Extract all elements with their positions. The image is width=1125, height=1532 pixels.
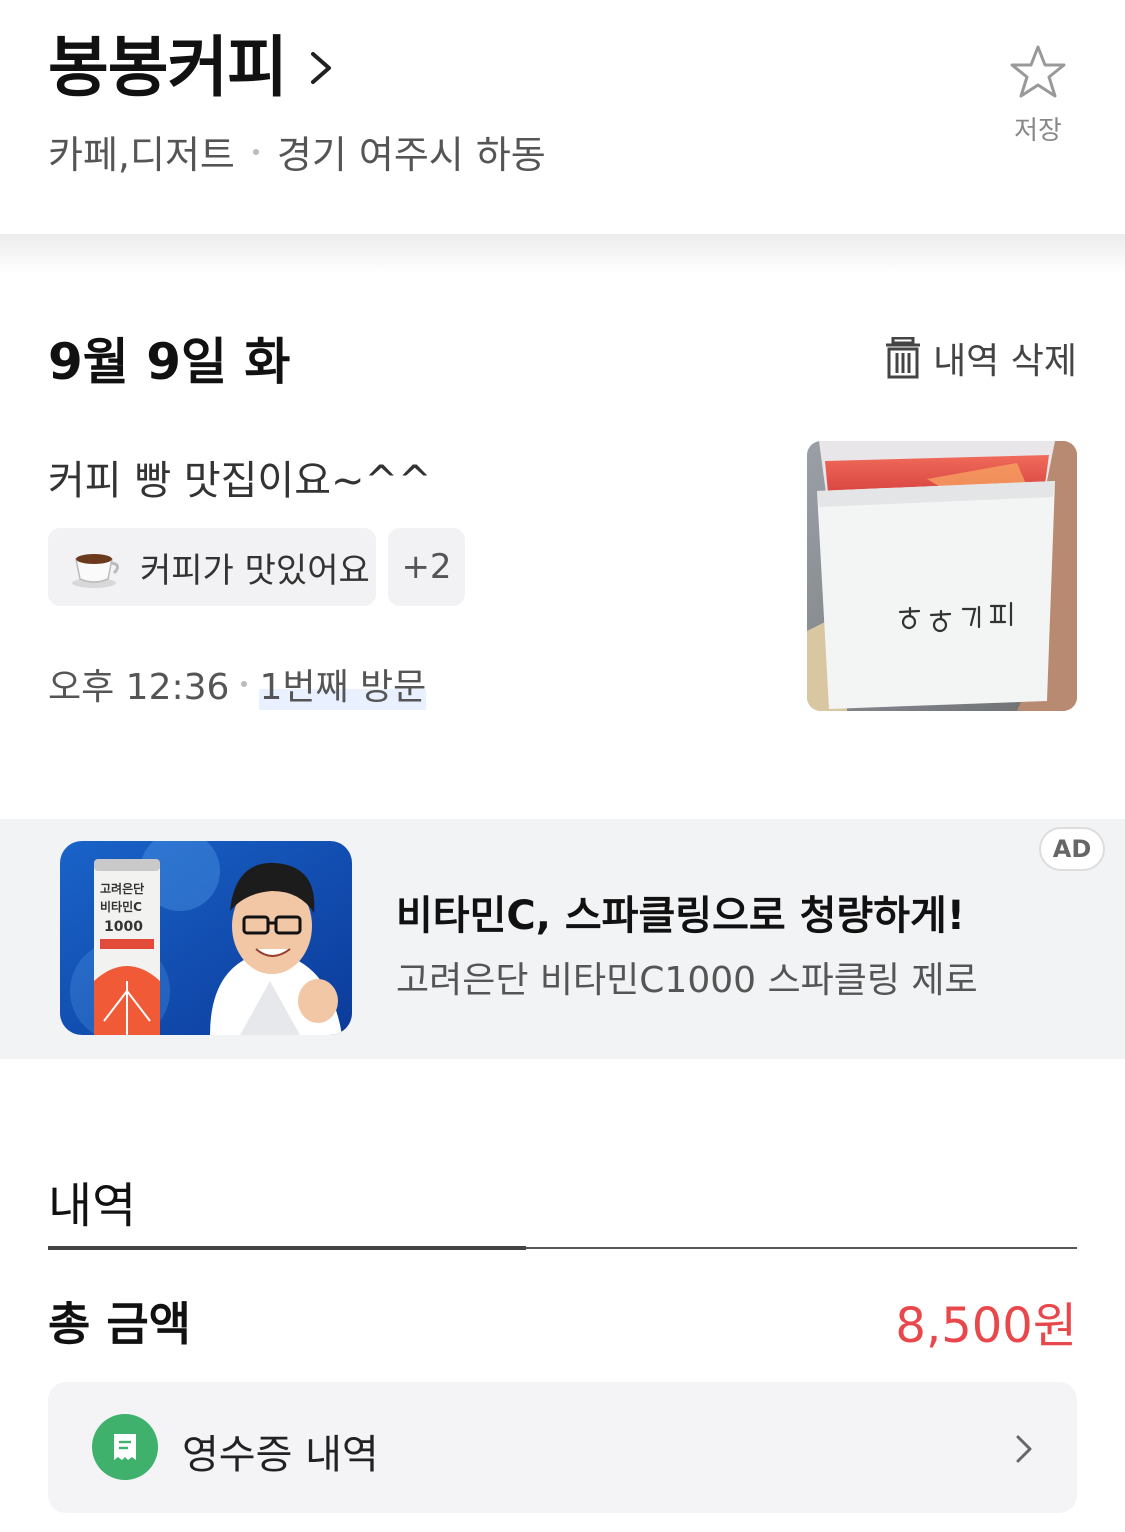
- ad-subtitle: 고려은단 비타민C1000 스파클링 제로: [396, 960, 978, 1001]
- receipt-history-button[interactable]: 영수증 내역: [48, 1382, 1077, 1513]
- tab-active-indicator: [48, 1246, 526, 1250]
- coffee-cup-icon: [72, 554, 119, 588]
- ad-title: 비타민C, 스파클링으로 청량하게!: [396, 893, 966, 939]
- visit-count: 1번째 방문: [259, 658, 427, 710]
- chevron-right-icon: [1016, 1435, 1032, 1463]
- more-tags-label: +2: [401, 547, 452, 587]
- total-amount-label: 총 금액: [48, 1297, 191, 1351]
- visit-date: 9월 9일 화: [48, 333, 291, 391]
- store-meta: 카페,디저트 경기 여주시 하동: [48, 124, 546, 179]
- ad-image: 고려은단 비타민C 1000: [60, 841, 352, 1035]
- save-label: 저장: [1014, 116, 1062, 146]
- store-location: 경기 여주시 하동: [276, 133, 546, 177]
- store-title-link[interactable]: 봉봉커피: [48, 28, 335, 108]
- visit-info: 오후 12:36 1번째 방문: [48, 658, 427, 710]
- star-icon: [1010, 45, 1066, 98]
- can-label-line1: 고려은단: [100, 881, 144, 896]
- delete-label: 내역 삭제: [933, 341, 1077, 382]
- store-header: 봉봉커피 카페,디저트 경기 여주시 하동 저장: [0, 0, 1125, 234]
- section-title[interactable]: 내역: [48, 1166, 136, 1236]
- delete-history-button[interactable]: 내역 삭제: [885, 332, 1077, 384]
- review-tag[interactable]: 커피가 맛있어요: [48, 528, 376, 606]
- separator-dot: [241, 681, 248, 687]
- more-tags-button[interactable]: +2: [388, 528, 465, 606]
- review-tag-label: 커피가 맛있어요: [140, 550, 370, 591]
- total-amount-value: 8,500원: [895, 1298, 1077, 1354]
- store-name: 봉봉커피: [48, 29, 288, 106]
- can-label-line2: 비타민C: [100, 899, 142, 914]
- receipt-icon: [92, 1414, 158, 1480]
- header-shadow: [0, 234, 1125, 274]
- receipt-history-label: 영수증 내역: [182, 1432, 379, 1478]
- chevron-right-icon: [310, 52, 331, 84]
- coffee-cup-photo: [807, 441, 1077, 711]
- store-category: 카페,디저트: [48, 133, 235, 177]
- review-text: 커피 빵 맛집이요~^^: [48, 458, 432, 504]
- save-button[interactable]: 저장: [1003, 44, 1073, 147]
- ad-badge[interactable]: AD: [1039, 827, 1105, 871]
- can-label-line3: 1000: [104, 919, 143, 935]
- ad-banner[interactable]: 고려은단 비타민C 1000 비타민C, 스파클링으로 청량하게! 고려은단 비…: [0, 819, 1125, 1059]
- separator-dot: [252, 148, 259, 155]
- trash-icon: [886, 337, 921, 379]
- visit-time: 오후 12:36: [48, 667, 230, 708]
- review-photo[interactable]: [807, 441, 1077, 711]
